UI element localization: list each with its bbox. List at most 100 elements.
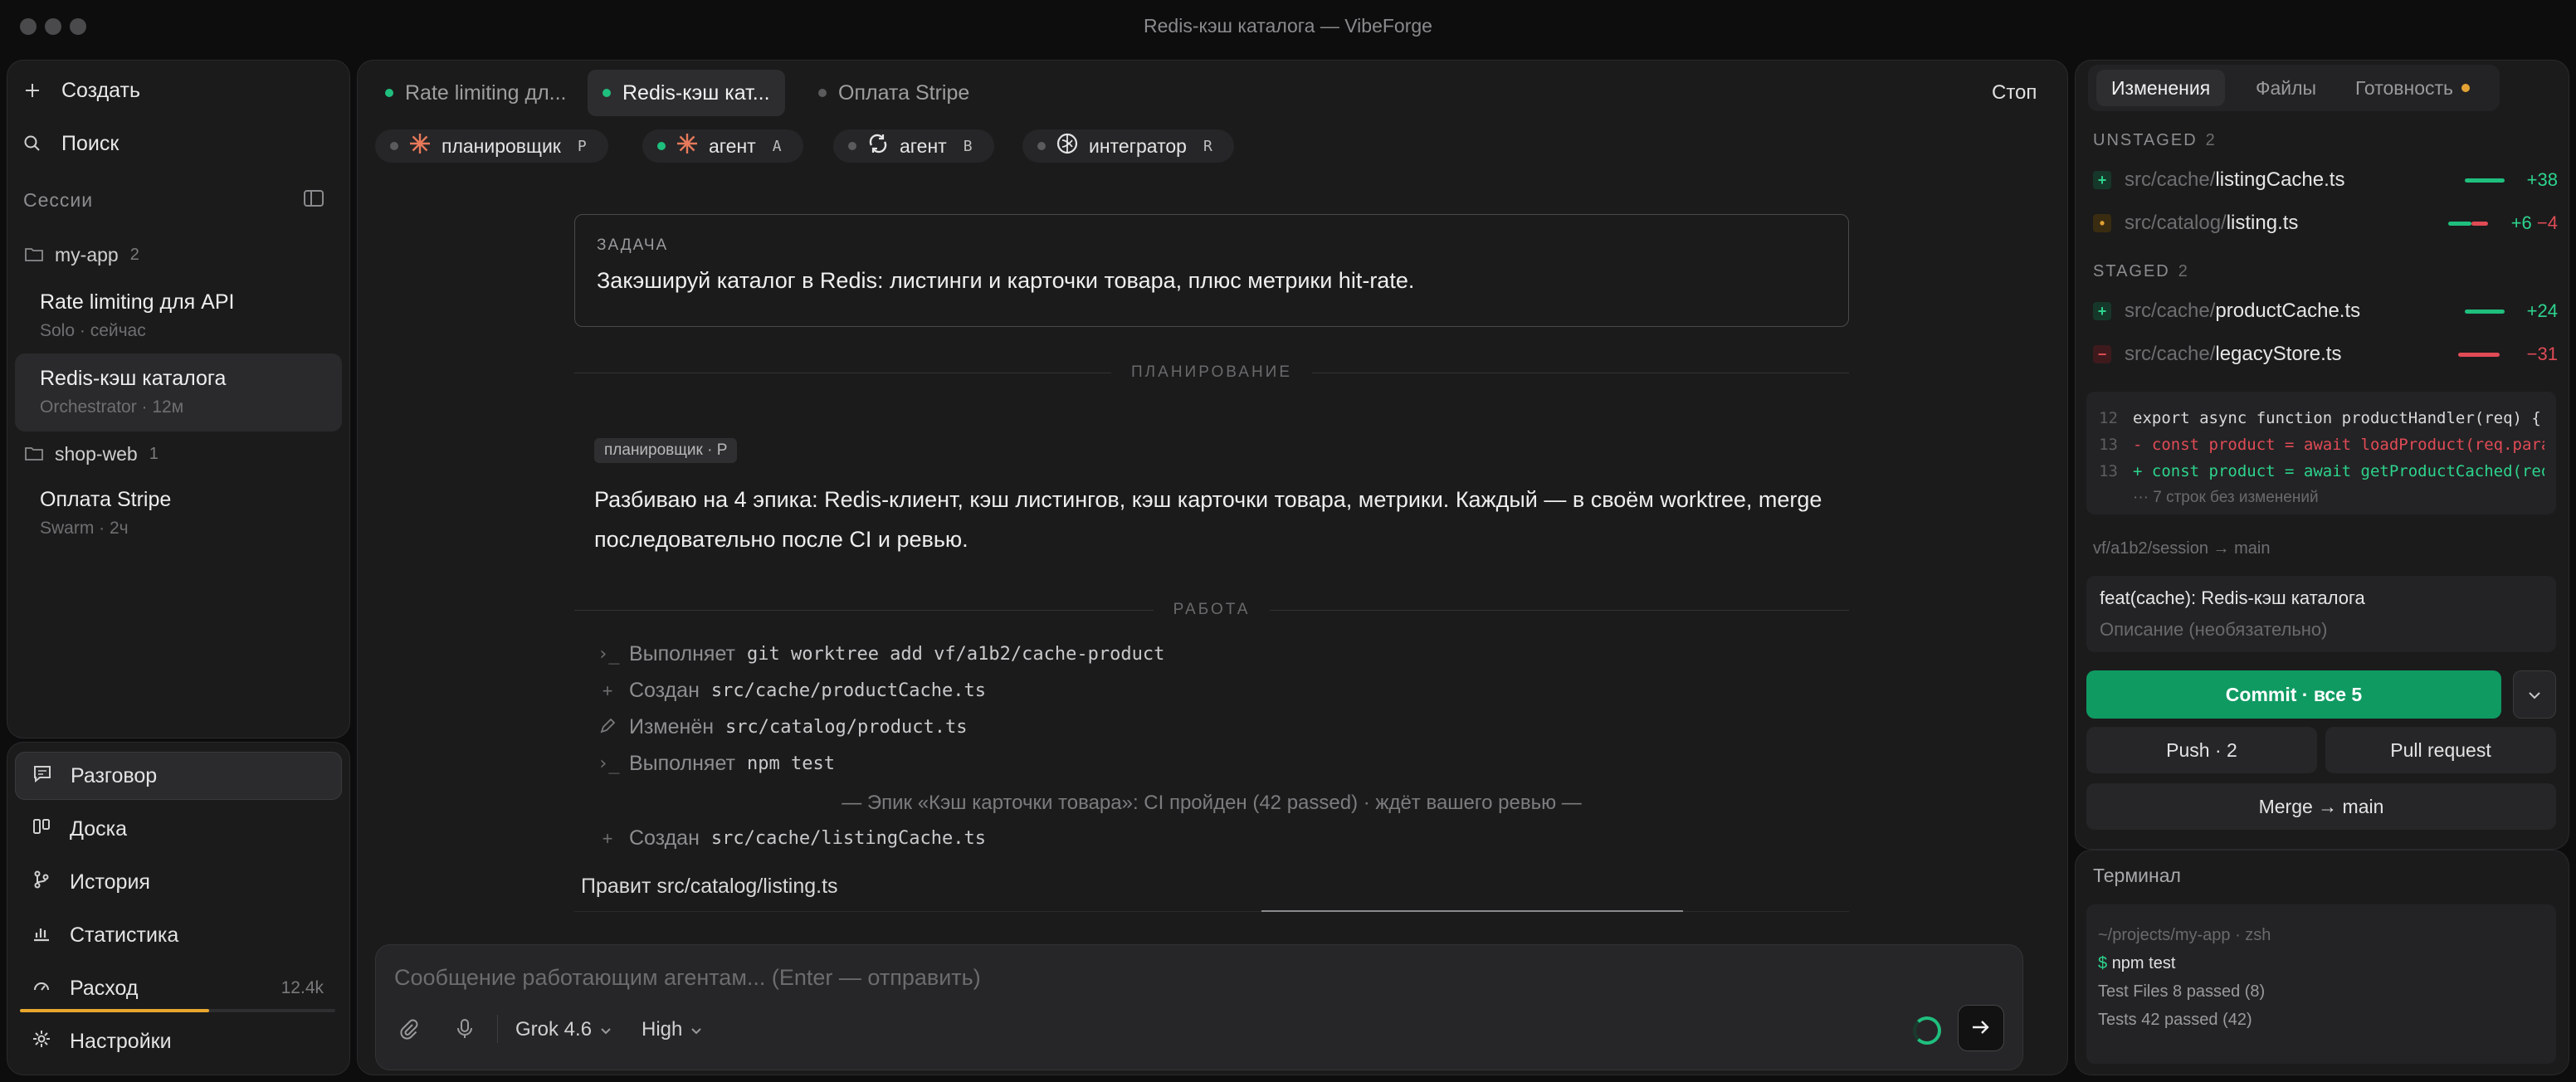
work-detail: src/cache/productCache.ts [710, 680, 987, 701]
agent-label: планировщик [442, 134, 561, 157]
session-title: Оплата Stripe [40, 488, 172, 511]
scroll-indicator [574, 910, 1849, 912]
staged-heading: STAGED 2 [2093, 262, 2188, 280]
deleted-icon: − [2093, 345, 2111, 363]
agent-chip-integrator[interactable]: интегратор R [1022, 129, 1234, 163]
diff-bar [2458, 353, 2500, 357]
tab-label: Готовность [2355, 76, 2453, 99]
work-action: Выполняет [629, 642, 735, 665]
terminal-line: Tests 42 passed (42) [2098, 1011, 2252, 1029]
plan-message: Разбиваю на 4 эпика: Redis-клиент, кэш л… [594, 487, 1822, 552]
tab-session[interactable]: Rate limiting дл... [370, 70, 582, 116]
file-row[interactable]: − src/cache/legacyStore.ts −31 [2093, 340, 2558, 368]
commit-title-input[interactable]: feat(cache): Redis-кэш каталога [2100, 587, 2543, 609]
nav-label: Статистика [70, 923, 179, 947]
work-entry: Изменён src/catalog/product.ts [598, 715, 967, 739]
agent-chip-a[interactable]: агент A [642, 129, 803, 163]
tab-session-active[interactable]: Redis-кэш кат... [588, 70, 785, 116]
agent-chip-b[interactable]: агент B [833, 129, 994, 163]
tab-files[interactable]: Файлы [2241, 70, 2331, 106]
message-composer[interactable]: Сообщение работающим агентам... (Enter —… [375, 944, 2023, 1070]
terminal-line: $ npm test [2098, 954, 2176, 972]
agent-key: P [577, 137, 587, 155]
diff-line: 12 export async function productHandler(r… [2099, 409, 2541, 427]
session-item-active[interactable]: Redis-кэш каталога Orchestrator · 12м [15, 353, 342, 431]
attach-icon[interactable] [398, 1018, 419, 1045]
work-entry: + Создан src/cache/listingCache.ts [598, 826, 986, 850]
tab-readiness[interactable]: Готовность [2340, 70, 2485, 106]
status-dot [657, 142, 666, 150]
diff-bar [2465, 178, 2505, 183]
project-my-app[interactable]: my-app 2 [25, 244, 139, 266]
effort-select[interactable]: High [642, 1018, 702, 1041]
diff-line-removed: 13- const product = await loadProduct(re… [2099, 436, 2544, 454]
search-button[interactable]: Поиск [20, 131, 119, 156]
nav-item-conversation[interactable]: Разговор [15, 752, 342, 800]
agent-chip-planner[interactable]: планировщик P [375, 129, 608, 163]
folder-icon [25, 443, 43, 465]
diff-line-added: 13 + const product = await getProductCach… [2099, 462, 2544, 480]
work-entry: ›_ Выполняет npm test [598, 752, 835, 776]
terminal-line: Test Files 8 passed (8) [2098, 982, 2266, 1001]
stop-button[interactable]: Стоп [1992, 81, 2037, 105]
file-path: src/cache/ [2125, 343, 2216, 365]
push-button[interactable]: Push · 2 [2086, 727, 2317, 773]
diff-bar-added [2448, 222, 2471, 226]
microphone-icon[interactable] [456, 1018, 474, 1045]
pull-request-button[interactable]: Pull request [2325, 727, 2556, 773]
nav-label: Доска [70, 816, 128, 841]
nav-label: История [70, 870, 150, 894]
session-subtitle: Orchestrator · 12м [40, 397, 184, 417]
message-input[interactable]: Сообщение работающим агентам... (Enter —… [394, 965, 981, 991]
file-row[interactable]: • src/catalog/listing.ts +6 −4 [2093, 209, 2558, 237]
gauge-icon [32, 976, 51, 1002]
board-icon [32, 816, 51, 842]
commit-button[interactable]: Commit · все 5 [2086, 670, 2501, 719]
planning-label: ПЛАНИРОВАНИЕ [1131, 363, 1292, 381]
added-icon: + [2093, 171, 2111, 189]
removed-count: −31 [2526, 344, 2558, 364]
window-title: Redis-кэш каталога — VibeForge [1144, 15, 1432, 37]
send-button[interactable] [1958, 1005, 2004, 1051]
session-title: Redis-кэш каталога [40, 367, 227, 390]
added-count: +38 [2526, 169, 2558, 190]
tab-changes[interactable]: Изменения [2096, 70, 2226, 106]
cycle-icon [866, 132, 890, 160]
terminal-line: ~/projects/my-app · zsh [2098, 926, 2271, 944]
commit-options-button[interactable] [2513, 670, 2556, 719]
merge-button[interactable]: Merge → main [2086, 783, 2556, 830]
commit-description-input[interactable]: Описание (необязательно) [2100, 619, 2543, 641]
work-action: Изменён [629, 715, 715, 738]
file-row[interactable]: + src/cache/listingCache.ts +38 [2093, 166, 2558, 194]
search-icon [20, 131, 45, 156]
nav-item-settings[interactable]: Настройки [15, 1017, 342, 1065]
create-button[interactable]: Создать [20, 78, 140, 103]
added-icon: + [2093, 302, 2111, 320]
model-value: Grok 4.6 [515, 1018, 593, 1041]
model-select[interactable]: Grok 4.6 [515, 1018, 612, 1041]
commit-message-box[interactable]: feat(cache): Redis-кэш каталога Описание… [2086, 576, 2556, 652]
nav-item-spend[interactable]: Расход 12.4k [15, 964, 342, 1012]
knot-icon [1056, 132, 1079, 160]
project-count: 2 [129, 246, 139, 264]
nav-item-stats[interactable]: Статистика [15, 911, 342, 959]
session-item[interactable]: Rate limiting для API Solo · сейчас [15, 277, 342, 355]
project-shop-web[interactable]: shop-web 1 [25, 443, 159, 465]
session-item[interactable]: Оплата Stripe Swarm · 2ч [15, 475, 342, 553]
session-subtitle: Swarm · 2ч [40, 519, 129, 538]
title-bar: Redis-кэш каталога — VibeForge [0, 0, 2576, 53]
nav-label: Разговор [71, 763, 158, 787]
sidebar-toggle-icon[interactable] [304, 189, 324, 212]
terminal-output[interactable]: ~/projects/my-app · zsh $ npm test Test … [2086, 904, 2556, 1064]
task-text: Закэшируй каталог в Redis: листинги и ка… [597, 268, 1415, 293]
editing-status: Правит src/catalog/listing.ts [581, 875, 838, 898]
loading-spinner [1913, 1016, 1941, 1045]
file-row[interactable]: + src/cache/productCache.ts +24 [2093, 297, 2558, 325]
nav-item-history[interactable]: История [15, 858, 342, 906]
file-path: src/cache/ [2125, 300, 2216, 322]
search-label: Поиск [61, 131, 120, 155]
diff-fold[interactable]: ··· 7 строк без изменений [2098, 485, 2544, 511]
nav-item-board[interactable]: Доска [15, 805, 342, 853]
tab-session[interactable]: Оплата Stripe [803, 70, 984, 116]
status-dot [390, 142, 398, 150]
